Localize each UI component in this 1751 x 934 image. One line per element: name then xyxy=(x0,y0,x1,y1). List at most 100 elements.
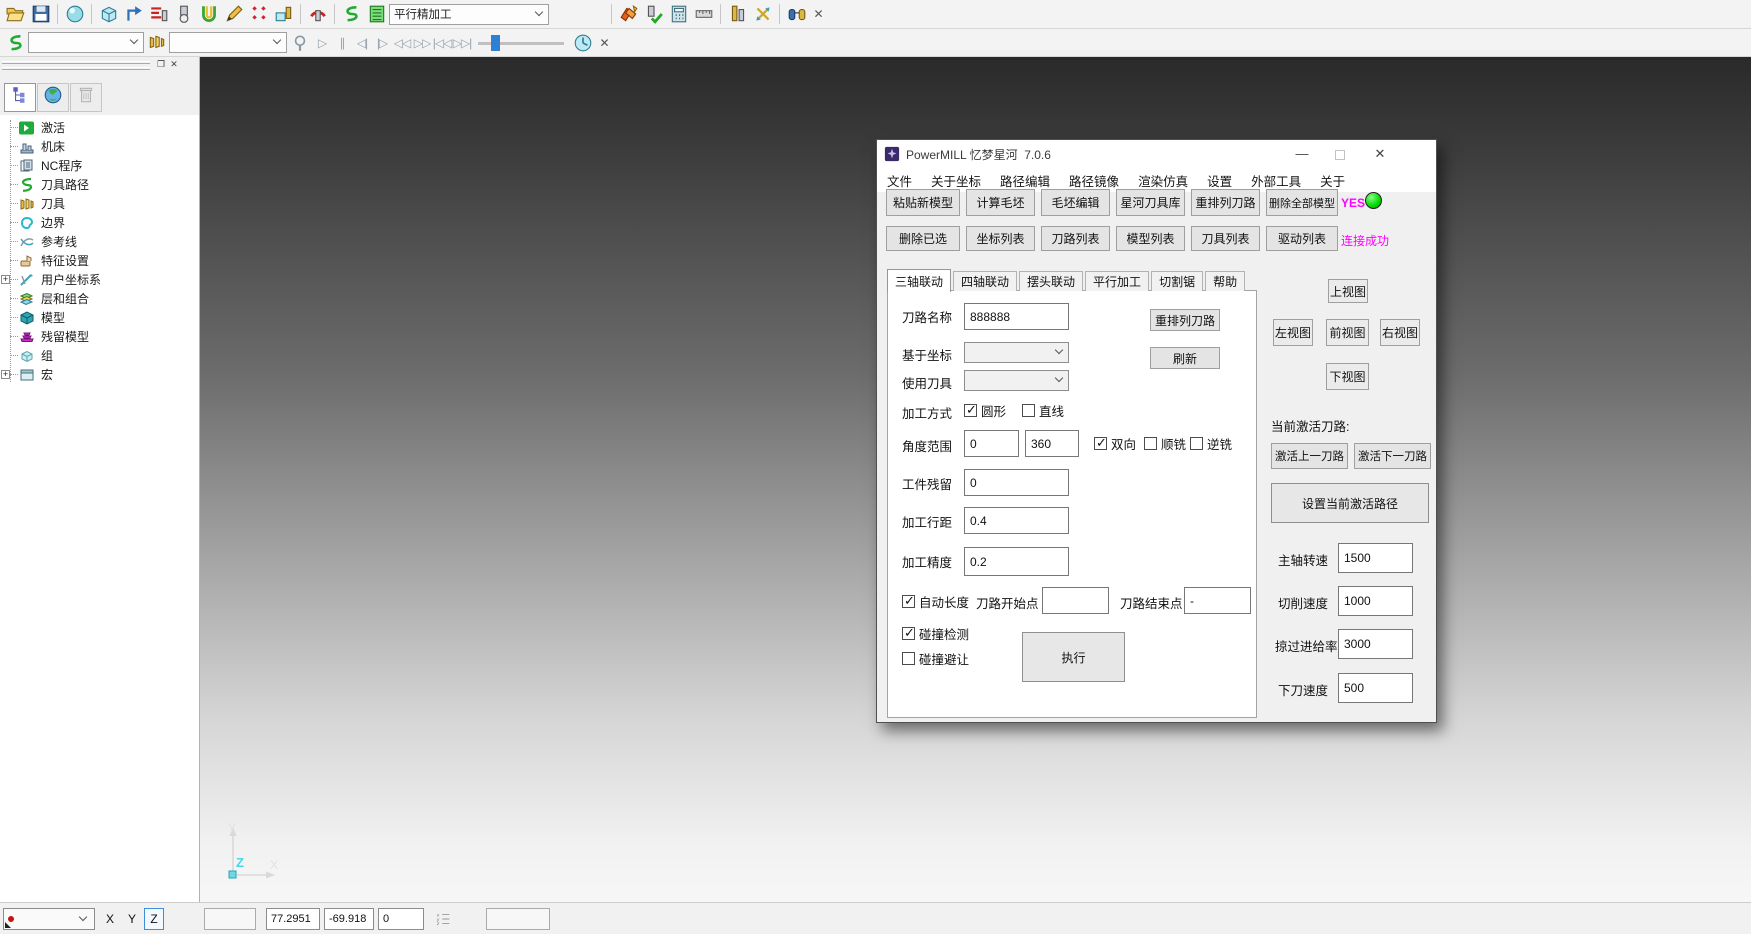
stepover-input[interactable]: 0.4 xyxy=(964,507,1069,534)
view-right-button[interactable]: 右视图 xyxy=(1380,319,1420,346)
panel-grip[interactable] xyxy=(2,61,150,64)
delete-selected-button[interactable]: 删除已选 xyxy=(886,226,960,251)
collision-check-icon[interactable] xyxy=(306,3,329,26)
tab-saw[interactable]: 切割锯 xyxy=(1151,271,1203,291)
menu-external-tools[interactable]: 外部工具 xyxy=(1251,171,1301,190)
open-project-icon[interactable] xyxy=(4,3,27,26)
calc-stock-button[interactable]: 计算毛坯 xyxy=(966,189,1035,216)
paste-new-model-button[interactable]: 粘贴新模型 xyxy=(886,189,960,216)
transform-icon[interactable] xyxy=(751,3,774,26)
workplane-dropdown[interactable] xyxy=(3,908,95,930)
tree-item-stock-models[interactable]: 残留模型 xyxy=(0,327,199,346)
activate-next-button[interactable]: 激活下一刀路 xyxy=(1354,443,1431,469)
shading-icon[interactable] xyxy=(63,3,86,26)
sim-toolpath-dropdown[interactable] xyxy=(28,32,144,53)
checkbox[interactable] xyxy=(902,652,915,665)
checkbox[interactable] xyxy=(1144,437,1157,450)
mode-line-checkbox[interactable]: 直线 xyxy=(1022,401,1064,420)
model-tree-tab[interactable] xyxy=(4,83,36,112)
tab-3axis[interactable]: 三轴联动 xyxy=(887,269,951,292)
coord-z-field[interactable]: 0 xyxy=(378,908,424,930)
block-icon[interactable] xyxy=(97,3,120,26)
sim-toolpath-icon[interactable] xyxy=(4,31,27,54)
step-back-icon[interactable]: ◁| xyxy=(352,36,372,50)
menu-about[interactable]: 关于 xyxy=(1320,171,1345,190)
activate-prev-button[interactable]: 激活上一刀路 xyxy=(1271,443,1348,469)
step-forward-icon[interactable]: |▷ xyxy=(372,36,392,50)
stock-edit-button[interactable]: 毛坯编辑 xyxy=(1041,189,1110,216)
angle-from-input[interactable]: 0 xyxy=(964,430,1019,457)
toolbox-icon[interactable] xyxy=(617,3,640,26)
toolpath-icon[interactable] xyxy=(340,3,363,26)
sim-tool-icon[interactable] xyxy=(145,31,168,54)
model-list-button[interactable]: 模型列表 xyxy=(1116,226,1185,251)
menu-path-mirror[interactable]: 路径镜像 xyxy=(1069,171,1119,190)
sim-tool-dropdown[interactable] xyxy=(169,32,287,53)
menu-path-edit[interactable]: 路径编辑 xyxy=(1000,171,1050,190)
go-end-icon[interactable]: ▷▷| xyxy=(452,36,472,50)
execute-button[interactable]: 执行 xyxy=(1022,632,1125,682)
collision-check-checkbox[interactable]: 碰撞检测 xyxy=(902,624,969,643)
tolerance-input[interactable]: 0.2 xyxy=(964,547,1069,576)
coord-y-field[interactable]: -69.918 xyxy=(324,908,374,930)
tree-item-feature-sets[interactable]: 特征设置 xyxy=(0,251,199,270)
plunge-feed-input[interactable]: 500 xyxy=(1338,673,1413,703)
search-models-icon[interactable] xyxy=(785,3,808,26)
tool-holder-icon[interactable] xyxy=(726,3,749,26)
boundary-icon[interactable] xyxy=(197,3,220,26)
panel-close-icon[interactable]: ✕ xyxy=(168,59,180,70)
menu-file[interactable]: 文件 xyxy=(887,171,912,190)
tab-4axis[interactable]: 四轴联动 xyxy=(953,271,1017,291)
strategy-dropdown[interactable]: 平行精加工 xyxy=(389,4,549,25)
auto-length-checkbox[interactable]: 自动长度 xyxy=(902,592,969,611)
view-left-button[interactable]: 左视图 xyxy=(1273,319,1313,346)
search-forward-icon[interactable]: ▷▷ xyxy=(412,36,432,50)
tree-item-macros[interactable]: +宏 xyxy=(0,365,199,384)
path-end-input[interactable]: - xyxy=(1184,587,1251,614)
tree-item-levels[interactable]: 层和组合 xyxy=(0,289,199,308)
save-project-icon[interactable] xyxy=(29,3,52,26)
tree-item-patterns[interactable]: 参考线 xyxy=(0,232,199,251)
view-top-button[interactable]: 上视图 xyxy=(1328,279,1368,303)
rearrange-toolpath-button[interactable]: 重排列刀路 xyxy=(1191,189,1260,216)
tool-library-button[interactable]: 星河刀具库 xyxy=(1116,189,1185,216)
path-start-input[interactable] xyxy=(1042,587,1109,614)
refresh-button[interactable]: 刷新 xyxy=(1150,347,1220,369)
play-icon[interactable]: ▷ xyxy=(312,36,332,50)
sim-speed-slider[interactable] xyxy=(478,33,564,53)
view-front-button[interactable]: 前视图 xyxy=(1326,319,1369,346)
slider-thumb[interactable] xyxy=(491,35,500,51)
pause-icon[interactable]: ∥ xyxy=(332,36,352,50)
tool-verify-icon[interactable] xyxy=(642,3,665,26)
checkbox[interactable] xyxy=(902,595,915,608)
toolpath-strategy-icon[interactable] xyxy=(122,3,145,26)
tree-item-tools[interactable]: 刀具 xyxy=(0,194,199,213)
clock-icon[interactable] xyxy=(571,31,594,54)
tree-item-activate[interactable]: 激活 xyxy=(0,118,199,137)
tab-tilt-head[interactable]: 摆头联动 xyxy=(1019,271,1083,291)
based-coord-dropdown[interactable] xyxy=(964,342,1069,363)
angle-to-input[interactable]: 360 xyxy=(1025,430,1079,457)
view-bottom-button[interactable]: 下视图 xyxy=(1326,363,1369,390)
tool-list-button[interactable]: 刀具列表 xyxy=(1191,226,1260,251)
pattern-icon[interactable] xyxy=(222,3,245,26)
spindle-speed-input[interactable]: 1500 xyxy=(1338,543,1413,573)
toolbar-close-icon[interactable]: ✕ xyxy=(595,36,614,50)
points-icon[interactable] xyxy=(247,3,270,26)
toolpath-name-input[interactable]: 888888 xyxy=(964,303,1069,330)
world-tab[interactable] xyxy=(37,83,69,112)
axis-x-button[interactable]: X xyxy=(100,908,120,930)
menu-settings[interactable]: 设置 xyxy=(1207,171,1232,190)
grid-toggle-button[interactable] xyxy=(172,908,198,930)
coord-x-field[interactable]: 77.2951 xyxy=(266,908,320,930)
tree-item-machine[interactable]: 机床 xyxy=(0,137,199,156)
xyz-list-icon[interactable]: xyz xyxy=(436,910,452,928)
checkbox[interactable] xyxy=(902,627,915,640)
expand-icon[interactable]: + xyxy=(1,370,10,379)
checkbox[interactable] xyxy=(964,404,977,417)
tab-parallel[interactable]: 平行加工 xyxy=(1085,271,1149,291)
tab-help[interactable]: 帮助 xyxy=(1205,271,1245,291)
calculator-icon[interactable] xyxy=(667,3,690,26)
climb-mill-checkbox[interactable]: 顺铣 xyxy=(1144,434,1186,453)
menu-coords[interactable]: 关于坐标 xyxy=(931,171,981,190)
